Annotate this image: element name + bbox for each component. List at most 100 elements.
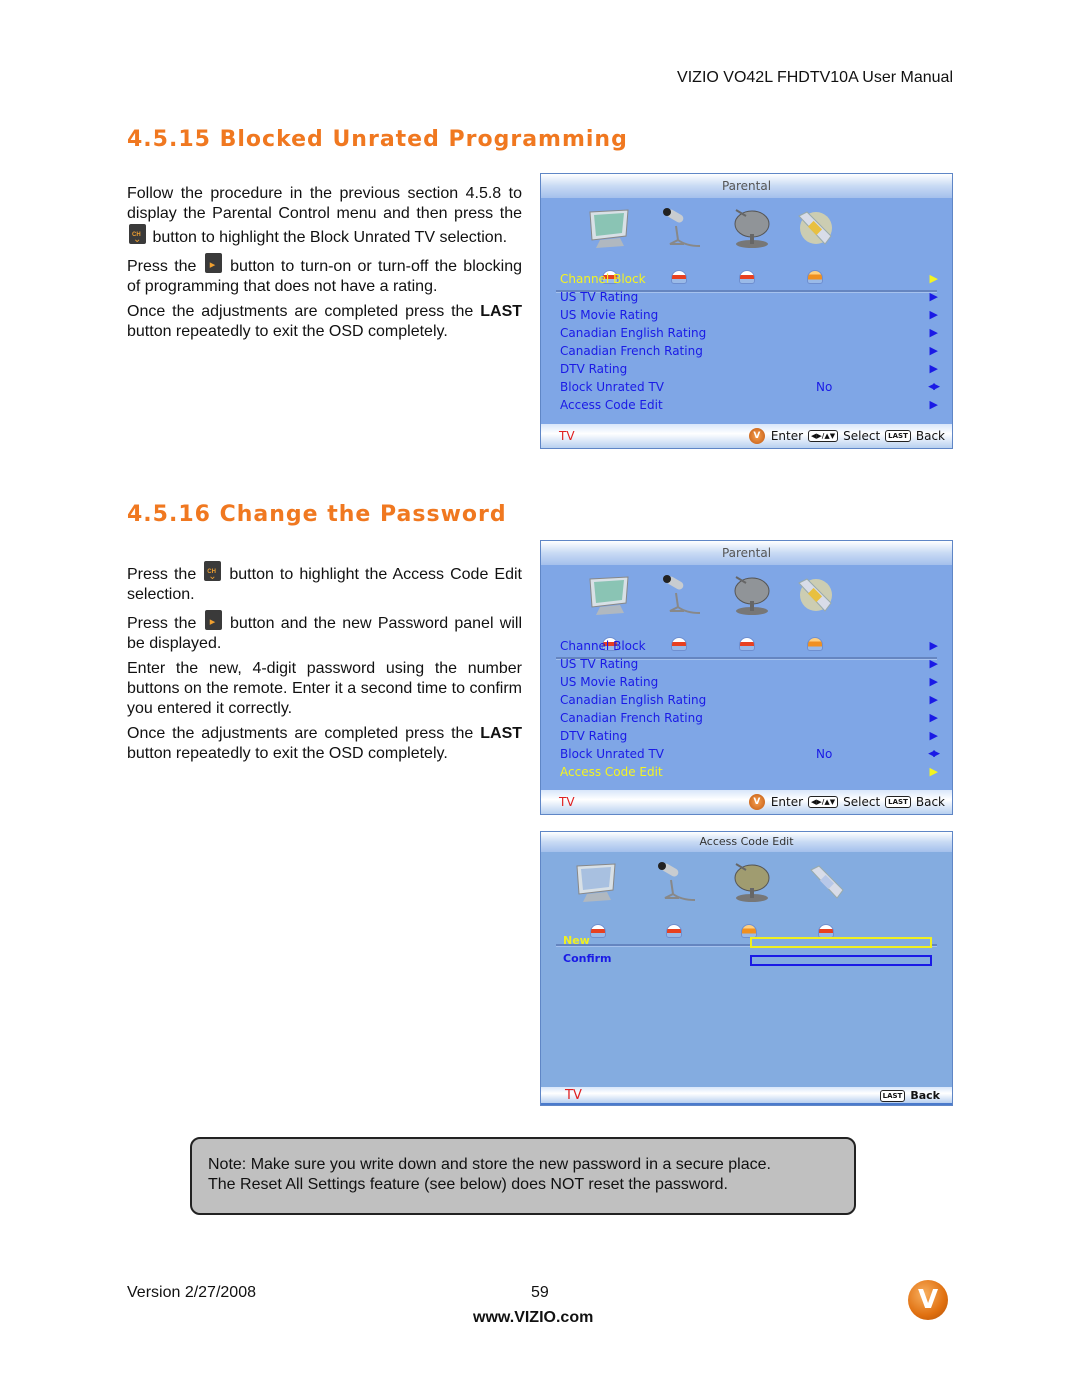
satellite-dish-tuner-icon[interactable] xyxy=(726,860,776,904)
menu-item-dtv-rating[interactable]: DTV Rating ▶ xyxy=(541,727,952,745)
osd-tab-bar xyxy=(541,565,952,660)
key-hints: V Enter ◀▶/▲▼ Select LAST Back xyxy=(748,790,945,814)
text: button repeatedly to exit the OSD comple… xyxy=(127,745,448,762)
menu-item-channel-block[interactable]: Channel Block ▶ xyxy=(541,270,952,288)
text: button repeatedly to exit the OSD comple… xyxy=(127,323,448,340)
text: Press the xyxy=(127,615,197,632)
enter-hint: Enter xyxy=(770,795,804,809)
section-body-change-password: Press the button to highlight the Access… xyxy=(127,561,522,769)
chevron-right-icon: ▶ xyxy=(929,765,938,778)
osd-title: Parental xyxy=(541,541,952,565)
confirm-password-field[interactable] xyxy=(750,955,932,966)
tv-picture-icon[interactable] xyxy=(586,573,636,617)
audio-microphone-icon[interactable] xyxy=(656,573,706,617)
menu-item-label: DTV Rating xyxy=(560,362,628,376)
chevron-right-icon: ▶ xyxy=(929,398,938,411)
osd-menu-list: Channel Block ▶ US TV Rating ▶ US Movie Ra… xyxy=(541,637,952,781)
osd-menu-list: Channel Block ▶ US TV Rating ▶ US Movie Ra… xyxy=(541,270,952,414)
chevron-right-icon: ▶ xyxy=(929,344,938,357)
page-number: 59 xyxy=(531,1284,549,1301)
vizio-menu-button-icon: V xyxy=(748,428,765,444)
confirm-password-label: Confirm xyxy=(563,952,612,965)
menu-item-access-code-edit[interactable]: Access Code Edit ▶ xyxy=(541,763,952,781)
menu-item-us-movie-rating[interactable]: US Movie Rating ▶ xyxy=(541,306,952,324)
menu-item-value: No xyxy=(816,380,833,394)
volume-right-button-icon xyxy=(204,253,222,275)
key-hints: LAST Back xyxy=(878,1087,940,1105)
last-key-icon: LAST xyxy=(885,796,911,808)
arrow-keys-icon: ◀▶/▲▼ xyxy=(808,796,839,808)
menu-item-channel-block[interactable]: Channel Block ▶ xyxy=(541,637,952,655)
text: Press the xyxy=(127,258,197,275)
chevron-right-icon: ▶ xyxy=(929,290,938,303)
satellite-dish-tuner-icon[interactable] xyxy=(726,573,776,617)
chevron-right-icon: ▶ xyxy=(929,308,938,321)
running-header: VIZIO VO42L FHDTV10A User Manual xyxy=(677,69,953,86)
last-key-label: LAST xyxy=(480,303,523,320)
chevron-right-icon: ▶ xyxy=(929,657,938,670)
tab-marker xyxy=(818,924,834,938)
menu-item-canadian-english-rating[interactable]: Canadian English Rating ▶ xyxy=(541,691,952,709)
menu-item-dtv-rating[interactable]: DTV Rating ▶ xyxy=(541,360,952,378)
paragraph: Follow the procedure in the previous sec… xyxy=(127,184,522,250)
menu-item-canadian-french-rating[interactable]: Canadian French Rating ▶ xyxy=(541,709,952,727)
wrench-setup-icon[interactable] xyxy=(791,206,841,250)
menu-item-label: US TV Rating xyxy=(560,657,639,671)
menu-item-canadian-english-rating[interactable]: Canadian English Rating ▶ xyxy=(541,324,952,342)
arrow-keys-icon: ◀▶/▲▼ xyxy=(808,430,839,442)
menu-item-us-tv-rating[interactable]: US TV Rating ▶ xyxy=(541,288,952,306)
menu-item-label: DTV Rating xyxy=(560,729,628,743)
osd-access-code-edit: Access Code Edit New Confirm TV LAST Bac… xyxy=(540,831,953,1106)
menu-item-label: Access Code Edit xyxy=(560,765,663,779)
satellite-dish-tuner-icon[interactable] xyxy=(726,206,776,250)
input-source-label: TV xyxy=(565,1088,582,1103)
back-hint: Back xyxy=(915,795,945,809)
osd-title: Access Code Edit xyxy=(541,832,952,852)
menu-item-label: Canadian English Rating xyxy=(560,693,707,707)
wrench-setup-icon[interactable] xyxy=(803,860,853,904)
note-line: Note: Make sure you write down and store… xyxy=(208,1156,771,1173)
vizio-logo-icon: V xyxy=(908,1280,948,1320)
paragraph: Enter the new, 4-digit password using th… xyxy=(127,660,522,717)
text: Follow the procedure in the previous sec… xyxy=(127,185,522,222)
new-password-field[interactable] xyxy=(750,937,932,948)
paragraph: Press the button and the new Password pa… xyxy=(127,610,522,654)
menu-item-label: Block Unrated TV xyxy=(560,380,665,394)
menu-item-block-unrated-tv[interactable]: Block Unrated TV No ◀▶ xyxy=(541,745,952,763)
enter-hint: Enter xyxy=(770,429,804,443)
volume-right-button-icon xyxy=(204,610,222,632)
left-right-arrows-icon: ◀▶ xyxy=(928,382,940,392)
tv-picture-icon[interactable] xyxy=(586,206,636,250)
menu-item-label: Block Unrated TV xyxy=(560,747,665,761)
menu-item-us-movie-rating[interactable]: US Movie Rating ▶ xyxy=(541,673,952,691)
chevron-right-icon: ▶ xyxy=(929,362,938,375)
footer-url-link[interactable]: www.VIZIO.com xyxy=(473,1309,593,1327)
menu-item-canadian-french-rating[interactable]: Canadian French Rating ▶ xyxy=(541,342,952,360)
paragraph: Once the adjustments are completed press… xyxy=(127,724,522,764)
chevron-right-icon: ▶ xyxy=(929,639,938,652)
chevron-right-icon: ▶ xyxy=(929,729,938,742)
last-key-icon: LAST xyxy=(879,1090,906,1102)
new-password-label: New xyxy=(563,934,590,947)
tab-marker xyxy=(590,924,606,938)
osd-tab-bar xyxy=(541,198,952,293)
menu-item-label: Access Code Edit xyxy=(560,398,663,412)
audio-microphone-icon[interactable] xyxy=(656,206,706,250)
last-key-icon: LAST xyxy=(885,430,911,442)
audio-microphone-icon[interactable] xyxy=(651,860,701,904)
section-title-change-password: 4.5.16 Change the Password xyxy=(127,502,507,527)
menu-item-us-tv-rating[interactable]: US TV Rating ▶ xyxy=(541,655,952,673)
tv-picture-icon[interactable] xyxy=(573,860,623,904)
note-box: Note: Make sure you write down and store… xyxy=(190,1137,856,1215)
select-hint: Select xyxy=(843,429,881,443)
footer-version: Version 2/27/2008 xyxy=(127,1284,256,1301)
osd-parental-menu-2: Parental Channel Block ▶ US TV Rating ▶ US… xyxy=(540,540,953,815)
menu-item-block-unrated-tv[interactable]: Block Unrated TV No ◀▶ xyxy=(541,378,952,396)
text: Once the adjustments are completed press… xyxy=(127,303,474,320)
section-title-blocked-unrated: 4.5.15 Blocked Unrated Programming xyxy=(127,127,628,152)
menu-item-access-code-edit[interactable]: Access Code Edit ▶ xyxy=(541,396,952,414)
osd-footer: TV V Enter ◀▶/▲▼ Select LAST Back xyxy=(541,424,952,448)
wrench-setup-icon[interactable] xyxy=(791,573,841,617)
paragraph: Press the button to highlight the Access… xyxy=(127,561,522,605)
section-body-blocked-unrated: Follow the procedure in the previous sec… xyxy=(127,184,522,347)
